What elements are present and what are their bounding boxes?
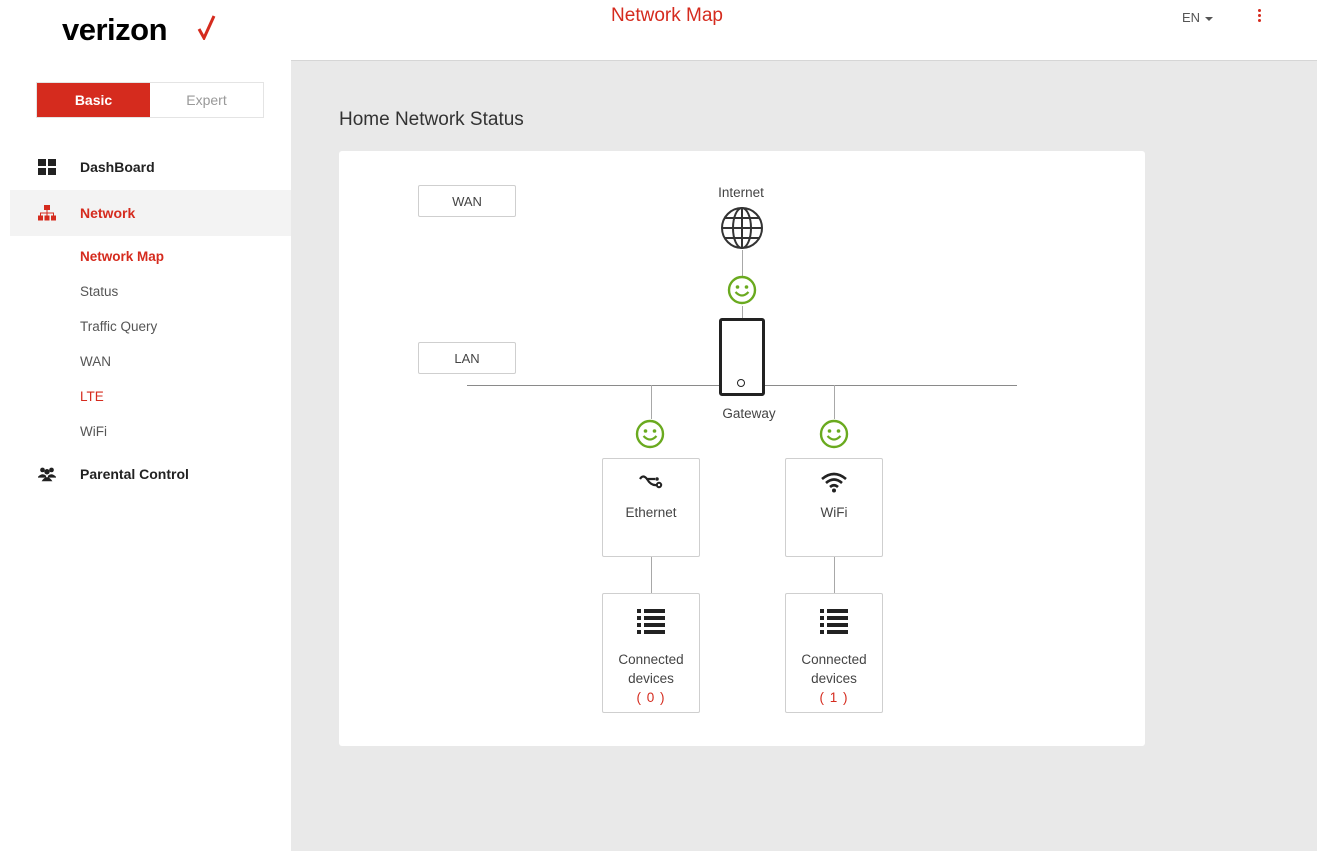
sidebar-subitem-wifi[interactable]: WiFi [80,424,107,439]
globe-icon[interactable] [720,206,764,250]
ethernet-icon-wrap [603,471,699,491]
sidebar-subitem-lte[interactable]: LTE [80,389,104,404]
wifi-icon [821,472,847,493]
wifi-connected-devices-node[interactable]: Connected devices ( 1 ) [785,593,883,713]
wifi-node[interactable]: WiFi [785,458,883,557]
sidebar-item-dashboard[interactable]: DashBoard [10,144,291,190]
connected-devices-line1: Connected [618,652,684,667]
connected-devices-text: Connected devices ( 0 ) [603,650,699,707]
gateway-label: Gateway [722,406,776,421]
language-value: EN [1182,10,1201,25]
ethernet-node[interactable]: Ethernet [602,458,700,557]
ethernet-devices-link-line [651,557,652,593]
sidebar-subitem-wan[interactable]: WAN [80,354,111,369]
sidebar-item-label: Network [80,205,136,221]
internet-link-line [742,250,743,276]
sidebar-item-label: Parental Control [80,466,189,482]
verizon-checkmark-icon [197,15,216,40]
list-icon-wrap [786,608,882,634]
connected-devices-text: Connected devices ( 1 ) [786,650,882,707]
ethernet-label: Ethernet [625,505,677,520]
gateway-device-icon[interactable] [719,318,765,396]
wifi-label: WiFi [820,505,848,520]
network-hierarchy-icon [38,205,56,221]
main-content: Home Network Status WAN LAN Internet Gat… [291,60,1317,851]
connected-devices-line1: Connected [801,652,867,667]
network-map-card: WAN LAN Internet Gateway Ethernet Connec… [339,151,1145,746]
sidebar-subitem-network-map[interactable]: Network Map [80,249,164,264]
ethernet-status-smiley-icon [635,419,665,449]
connected-devices-line2: devices [628,671,674,686]
ethernet-cable-icon [639,475,663,489]
dashboard-grid-icon [38,159,56,175]
wifi-devices-link-line [834,557,835,593]
sidebar-item-label: DashBoard [80,159,155,175]
section-title: Home Network Status [339,109,524,130]
gateway-link-line [742,306,743,318]
internet-label: Internet [718,185,764,200]
sidebar-item-parental-control[interactable]: Parental Control [10,451,291,497]
lan-tag: LAN [418,342,516,374]
connected-devices-count: ( 0 ) [636,690,666,705]
chevron-down-icon [1205,16,1214,21]
internet-status-smiley-icon [727,275,757,305]
sidebar: Basic Expert DashBoard Network Network M… [0,60,291,851]
logo-text: verizon [62,12,168,47]
sidebar-subitem-status[interactable]: Status [80,284,118,299]
list-icon [820,609,848,634]
list-icon-wrap [603,608,699,634]
mode-toggle: Basic Expert [36,82,264,118]
wifi-icon-wrap [786,471,882,493]
sidebar-item-network[interactable]: Network [10,190,291,236]
kebab-menu-icon[interactable] [1256,9,1262,27]
wan-tag: WAN [418,185,516,217]
language-selector[interactable]: EN [1182,10,1214,25]
users-group-icon [38,466,56,482]
list-icon [637,609,665,634]
basic-mode-button[interactable]: Basic [37,83,150,117]
page-title: Network Map [611,5,723,26]
expert-mode-button[interactable]: Expert [150,83,263,117]
connected-devices-count: ( 1 ) [819,690,849,705]
verizon-logo[interactable]: verizon [62,12,216,48]
gateway-led-icon [737,379,745,387]
wifi-link-line [834,385,835,419]
ethernet-link-line [651,385,652,419]
wifi-status-smiley-icon [819,419,849,449]
sidebar-subitem-traffic-query[interactable]: Traffic Query [80,319,157,334]
connected-devices-line2: devices [811,671,857,686]
ethernet-connected-devices-node[interactable]: Connected devices ( 0 ) [602,593,700,713]
